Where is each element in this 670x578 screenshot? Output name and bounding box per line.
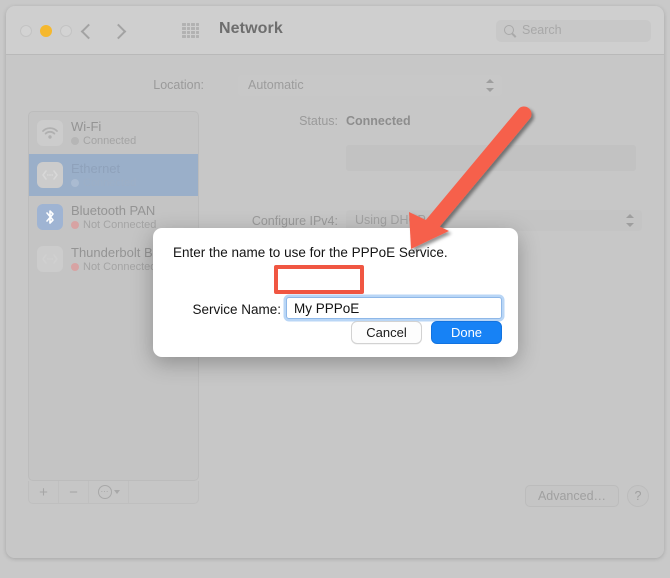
ethernet-icon xyxy=(37,162,63,188)
forward-chevron-icon[interactable] xyxy=(112,20,130,42)
search-input[interactable]: Search xyxy=(496,20,651,42)
navigation-buttons xyxy=(78,20,130,42)
status-dot-icon xyxy=(71,137,79,145)
wifi-icon xyxy=(37,120,63,146)
dialog-button-row: Cancel Done xyxy=(351,321,502,344)
sidebar-item-text: Thunderbolt B Not Connected xyxy=(71,245,156,273)
zoom-button-icon[interactable] xyxy=(60,25,72,37)
status-dot-icon xyxy=(71,221,79,229)
close-button-icon[interactable] xyxy=(20,25,32,37)
thunderbolt-icon xyxy=(37,246,63,272)
done-button[interactable]: Done xyxy=(431,321,502,344)
advanced-button[interactable]: Advanced… xyxy=(525,485,619,507)
help-button[interactable]: ? xyxy=(627,485,649,507)
status-label: Status: xyxy=(299,114,338,128)
service-list-toolbar: + − ⋯ xyxy=(28,481,199,504)
add-service-button[interactable]: + xyxy=(29,481,59,503)
window-titlebar: Network Search xyxy=(6,6,664,55)
sidebar-item-status-text: Not Connected xyxy=(83,219,157,231)
sidebar-item-ethernet[interactable]: Ethernet Connected xyxy=(29,154,198,196)
detail-row-status: Status: Connected xyxy=(206,111,646,139)
sidebar-item-status: Connected xyxy=(71,177,136,189)
configure-ipv4-value: Using DHCP xyxy=(355,213,426,227)
status-value: Connected xyxy=(346,114,411,128)
search-icon xyxy=(504,25,514,35)
status-description-block xyxy=(346,145,636,171)
sidebar-item-name: Bluetooth PAN xyxy=(71,203,156,218)
bluetooth-icon xyxy=(37,204,63,230)
minimize-button-icon[interactable] xyxy=(40,25,52,37)
ellipsis-icon: ⋯ xyxy=(97,485,112,499)
remove-service-button[interactable]: − xyxy=(59,481,89,503)
sidebar-item-status: Not Connected xyxy=(71,261,156,273)
status-dot-icon xyxy=(71,179,79,187)
screenshot-root: Network Search Location: Automatic Wi-Fi… xyxy=(0,0,670,578)
dialog-title: Enter the name to use for the PPPoE Serv… xyxy=(173,245,448,260)
page-title: Network xyxy=(219,20,283,37)
chevron-updown-icon xyxy=(626,214,634,227)
sidebar-item-status-text: Not Connected xyxy=(83,261,157,273)
location-value: Automatic xyxy=(248,78,304,92)
detail-status-description xyxy=(206,145,646,177)
show-all-grid-icon[interactable] xyxy=(182,23,199,38)
sidebar-item-name: Thunderbolt B xyxy=(71,245,153,260)
sidebar-item-name: Wi-Fi xyxy=(71,119,102,134)
back-chevron-icon[interactable] xyxy=(78,20,96,42)
service-name-value: My PPPoE xyxy=(294,301,360,316)
configure-ipv4-label: Configure IPv4: xyxy=(251,214,338,228)
service-actions-menu-button[interactable]: ⋯ xyxy=(89,481,129,503)
traffic-light-buttons xyxy=(20,25,72,37)
sidebar-item-status-text: Connected xyxy=(83,135,137,147)
sidebar-item-text: Bluetooth PAN Not Connected xyxy=(71,203,156,231)
sidebar-item-status: Connected xyxy=(71,135,136,147)
location-dropdown[interactable]: Automatic xyxy=(238,75,502,96)
sidebar-item-text: Wi-Fi Connected xyxy=(71,119,136,147)
location-row: Location: Automatic xyxy=(6,75,664,97)
chevron-updown-icon xyxy=(486,79,494,92)
service-name-label: Service Name: xyxy=(192,302,281,317)
sidebar-item-status: Not Connected xyxy=(71,219,156,231)
chevron-down-icon xyxy=(113,490,120,494)
sidebar-item-status-text: Connected xyxy=(83,177,137,189)
sidebar-item-wifi[interactable]: Wi-Fi Connected xyxy=(29,112,198,154)
search-placeholder: Search xyxy=(522,23,562,37)
status-dot-icon xyxy=(71,263,79,271)
sidebar-item-name: Ethernet xyxy=(71,161,121,176)
service-name-highlight-box xyxy=(274,265,364,294)
service-name-input[interactable]: My PPPoE xyxy=(286,297,502,319)
location-label: Location: xyxy=(153,78,204,92)
sidebar-item-text: Ethernet Connected xyxy=(71,161,136,189)
cancel-button[interactable]: Cancel xyxy=(351,321,422,344)
